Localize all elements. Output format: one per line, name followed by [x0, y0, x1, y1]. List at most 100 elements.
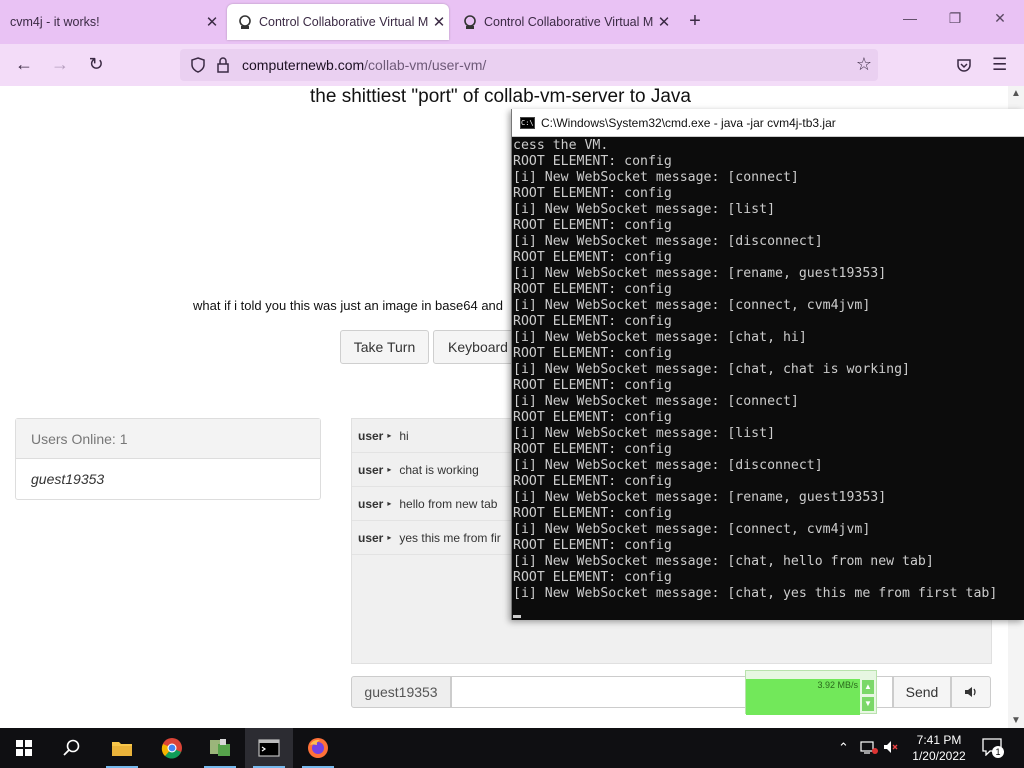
pocket-icon[interactable]	[956, 57, 972, 73]
speaker-icon	[965, 687, 976, 697]
network-speed-widget[interactable]: 3.92 MB/s ▲ ▼	[745, 670, 877, 715]
taskbar: ⌃ 7:41 PM 1/20/2022 1	[0, 728, 1024, 768]
chat-text: chat is working	[399, 462, 479, 477]
cmd-line: ROOT ELEMENT: config	[513, 474, 672, 489]
chat-message: user ▸ hi	[352, 419, 512, 453]
tab-cvm4j[interactable]: cvm4j - it works! ✕	[0, 4, 222, 40]
url-path: /collab-vm/user-vm/	[364, 57, 487, 73]
download-arrow-icon: ▼	[862, 697, 874, 711]
tab-control-collab-active[interactable]: Control Collaborative Virtual M ✕	[227, 4, 449, 40]
users-online-panel: Users Online: 1 guest19353	[15, 418, 321, 500]
cmd-line: ROOT ELEMENT: config	[513, 314, 672, 329]
new-tab-icon[interactable]: +	[684, 10, 706, 33]
cmd-titlebar[interactable]: C:\ C:\Windows\System32\cmd.exe - java -…	[512, 109, 1024, 137]
page-note: what if i told you this was just an imag…	[193, 298, 504, 313]
cmd-output: cess the VM. ROOT ELEMENT: config [i] New …	[512, 137, 1024, 602]
tab-close-icon[interactable]: ✕	[429, 13, 449, 31]
forward-icon[interactable]: →	[48, 54, 72, 75]
user-list-item[interactable]: guest19353	[16, 459, 320, 499]
cmd-line: ROOT ELEMENT: config	[513, 506, 672, 521]
chrome-icon[interactable]	[148, 728, 196, 768]
cmd-line: ROOT ELEMENT: config	[513, 538, 672, 553]
cmd-title: C:\Windows\System32\cmd.exe - java -jar …	[541, 115, 836, 130]
cmd-icon: C:\	[520, 116, 535, 129]
cmd-line: [i] New WebSocket message: [disconnect]	[513, 234, 823, 249]
tab-label: Control Collaborative Virtual M	[259, 15, 429, 29]
take-turn-button[interactable]: Take Turn	[340, 330, 429, 364]
tab-close-icon[interactable]: ✕	[202, 13, 222, 31]
network-tray-icon[interactable]	[860, 740, 878, 757]
close-window-icon[interactable]: ✕	[990, 10, 1010, 27]
cmd-line: [i] New WebSocket message: [connect, cvm…	[513, 298, 871, 313]
nickname-button[interactable]: guest19353	[351, 676, 451, 708]
chat-separator-icon: ▸	[387, 431, 392, 440]
users-online-header: Users Online: 1	[16, 419, 320, 459]
cmd-line: ROOT ELEMENT: config	[513, 218, 672, 233]
cmd-line: ROOT ELEMENT: config	[513, 186, 672, 201]
file-explorer-icon[interactable]	[98, 728, 146, 768]
cmd-line: [i] New WebSocket message: [disconnect]	[513, 458, 823, 473]
cmd-line: ROOT ELEMENT: config	[513, 250, 672, 265]
chat-message: user ▸ chat is working	[352, 453, 512, 487]
tab-control-collab[interactable]: Control Collaborative Virtual M ✕	[452, 4, 674, 40]
firefox-icon[interactable]	[294, 728, 342, 768]
clock-date: 1/20/2022	[912, 749, 966, 763]
scroll-down-icon[interactable]: ▼	[1011, 715, 1021, 726]
cmd-line: [i] New WebSocket message: [connect]	[513, 394, 799, 409]
chat-username: user	[358, 496, 384, 511]
cmd-line: cess the VM.	[513, 138, 609, 153]
cmd-line: [i] New WebSocket message: [rename, gues…	[513, 490, 887, 505]
notification-icon[interactable]: 1	[982, 738, 1004, 761]
keyboard-button[interactable]: Keyboard	[433, 330, 523, 364]
tab-bar: cvm4j - it works! ✕ Control Collaborativ…	[0, 0, 1024, 44]
chat-text: hi	[399, 428, 409, 443]
page-title: the shittiest "port" of collab-vm-server…	[310, 86, 691, 107]
tab-close-icon[interactable]: ✕	[654, 13, 674, 31]
app-icon[interactable]	[196, 728, 244, 768]
chevron-up-icon[interactable]: ⌃	[838, 740, 849, 756]
tab-label: Control Collaborative Virtual M	[484, 15, 654, 29]
lock-icon[interactable]	[216, 57, 230, 73]
cmd-line: [i] New WebSocket message: [chat, hello …	[513, 554, 934, 569]
cmd-line: ROOT ELEMENT: config	[513, 282, 672, 297]
cmd-line: ROOT ELEMENT: config	[513, 442, 672, 457]
cmd-line: [i] New WebSocket message: [chat, yes th…	[513, 586, 998, 601]
minimize-icon[interactable]: —	[900, 10, 920, 26]
navigation-bar: ← → ↻ computernewb.com/collab-vm/user-vm…	[0, 44, 1024, 86]
cmd-line: [i] New WebSocket message: [rename, gues…	[513, 266, 887, 281]
tab-label: cvm4j - it works!	[10, 15, 100, 29]
chat-username: user	[358, 462, 384, 477]
menu-icon[interactable]: ☰	[992, 55, 1007, 75]
terminal-icon[interactable]	[245, 728, 293, 768]
back-icon[interactable]: ←	[12, 54, 36, 75]
cmd-line: ROOT ELEMENT: config	[513, 378, 672, 393]
cmd-line: ROOT ELEMENT: config	[513, 570, 672, 585]
volume-button[interactable]	[951, 676, 991, 708]
network-rate: 3.92 MB/s	[817, 680, 858, 690]
chat-separator-icon: ▸	[387, 465, 392, 474]
volume-tray-icon[interactable]	[883, 740, 899, 757]
restore-icon[interactable]: ❐	[945, 10, 965, 27]
url-bar[interactable]: computernewb.com/collab-vm/user-vm/ ☆	[180, 49, 878, 81]
collabvm-favicon-icon	[239, 15, 251, 29]
cmd-line: ROOT ELEMENT: config	[513, 154, 672, 169]
bookmark-star-icon[interactable]: ☆	[856, 54, 872, 75]
chat-text: yes this me from fir	[399, 530, 501, 545]
cmd-line: [i] New WebSocket message: [list]	[513, 426, 776, 441]
upload-arrow-icon: ▲	[862, 680, 874, 694]
reload-icon[interactable]: ↻	[84, 54, 108, 75]
scroll-up-icon[interactable]: ▲	[1011, 88, 1021, 99]
cmd-window[interactable]: C:\ C:\Windows\System32\cmd.exe - java -…	[511, 109, 1024, 620]
chat-username: user	[358, 530, 384, 545]
shield-icon[interactable]	[190, 57, 206, 73]
url-host: computernewb.com	[242, 57, 365, 73]
send-button[interactable]: Send	[893, 676, 951, 708]
taskbar-clock[interactable]: 7:41 PM 1/20/2022	[906, 732, 972, 764]
clock-time: 7:41 PM	[916, 733, 962, 747]
cmd-line: ROOT ELEMENT: config	[513, 410, 672, 425]
start-icon[interactable]	[0, 728, 48, 768]
cmd-line: [i] New WebSocket message: [connect]	[513, 170, 799, 185]
search-icon[interactable]	[48, 728, 96, 768]
cmd-line: [i] New WebSocket message: [connect, cvm…	[513, 522, 871, 537]
collabvm-favicon-icon	[464, 15, 476, 29]
